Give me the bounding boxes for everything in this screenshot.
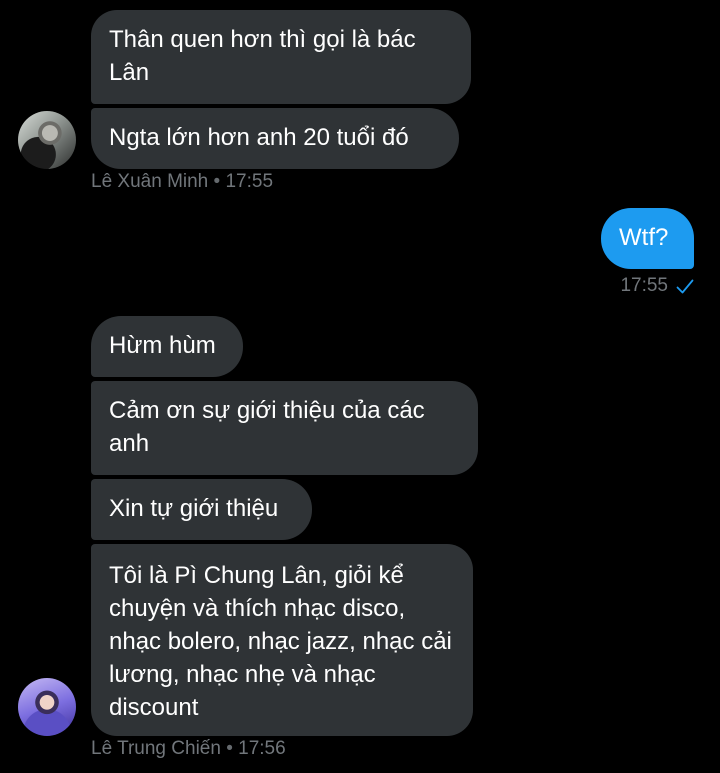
meta-separator: •	[213, 171, 221, 192]
message-bubble[interactable]: Thân quen hơn thì gọi là bác Lân	[91, 10, 471, 104]
message-time: 17:56	[238, 738, 286, 759]
avatar[interactable]	[18, 678, 76, 736]
own-message-time: 17:55	[620, 275, 668, 296]
message-bubble[interactable]: Hừm hùm	[91, 316, 243, 377]
sender-name: Lê Xuân Minh	[91, 171, 209, 192]
check-icon	[676, 279, 694, 294]
own-message-bubble[interactable]: Wtf?	[601, 208, 694, 269]
message-bubble[interactable]: Ngta lớn hơn anh 20 tuổi đó	[91, 108, 459, 169]
message-bubble[interactable]: Xin tự giới thiệu	[91, 479, 312, 540]
avatar[interactable]	[18, 111, 76, 169]
message-time: 17:55	[225, 171, 274, 192]
message-bubble[interactable]: Cảm ơn sự giới thiệu của các anh	[91, 381, 478, 475]
sender-name: Lê Trung Chiến	[91, 738, 221, 759]
meta-separator: •	[226, 738, 233, 759]
message-meta: Lê Xuân Minh • 17:55	[91, 171, 273, 193]
message-meta: Lê Trung Chiến • 17:56	[91, 738, 286, 760]
message-bubble[interactable]: Tôi là Pì Chung Lân, giỏi kể chuyện và t…	[91, 544, 473, 736]
